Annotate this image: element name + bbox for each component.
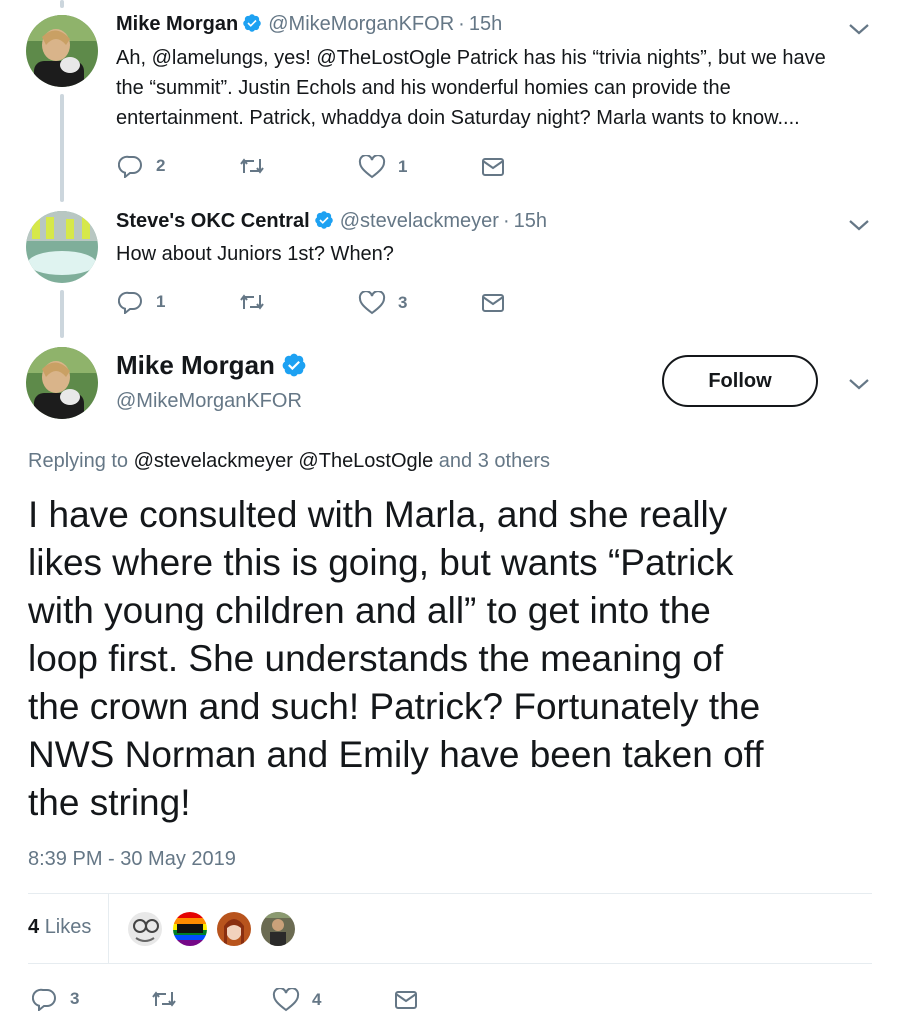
liker-avatar[interactable] [128,912,162,946]
tweet-header: Mike Morgan @MikeMorganKFOR · 15h [116,13,503,35]
tweet-timestamp[interactable]: 8:39 PM - 30 May 2019 [28,848,236,871]
author-name[interactable]: Steve's OKC Central [116,210,310,232]
like-button[interactable]: 3 [358,291,407,315]
divider [108,893,109,963]
liker-avatar[interactable] [173,912,207,946]
tweet-text: I have consulted with Marla, and she rea… [28,494,764,823]
tweet-header: Steve's OKC Central @stevelackmeyer · 15h [116,210,548,232]
avatar[interactable] [26,211,98,283]
dm-button[interactable] [481,156,505,178]
chevron-down-icon[interactable] [846,216,872,234]
like-button[interactable]: 1 [358,155,407,179]
author-handle[interactable]: @MikeMorganKFOR [268,13,454,35]
reply-icon [118,291,142,314]
reply-button[interactable]: 2 [118,154,165,178]
divider [28,893,872,894]
liker-avatar[interactable] [217,912,251,946]
retweet-button[interactable] [238,155,278,177]
replying-others[interactable]: and 3 others [439,450,550,472]
retweet-icon [240,294,264,310]
thread-line-top [60,0,64,8]
follow-button[interactable]: Follow [662,355,818,407]
retweet-button[interactable] [150,988,178,1010]
liker-avatar[interactable] [261,912,295,946]
reply-button[interactable]: 3 [32,987,79,1011]
tweet-text: How about Juniors 1st? When? [116,243,394,265]
author-handle[interactable]: @MikeMorganKFOR [116,390,302,413]
author-handle[interactable]: @stevelackmeyer [340,210,499,232]
avatar[interactable] [26,347,98,419]
tweet-time[interactable]: 15h [514,210,547,232]
author-name[interactable]: Mike Morgan [116,350,307,381]
divider [28,963,872,964]
avatar[interactable] [26,15,98,87]
replying-to: Replying to @stevelackmeyer @TheLostOgle… [28,450,550,472]
dm-button[interactable] [481,292,505,314]
envelope-icon [482,158,504,176]
tweet-time[interactable]: 15h [469,13,502,35]
chevron-down-icon[interactable] [846,20,872,38]
reply-icon [118,155,142,178]
thread-line-1 [60,94,64,202]
like-button[interactable]: 4 [272,988,321,1012]
heart-icon [358,291,386,315]
heart-icon [358,155,386,179]
replying-users[interactable]: @stevelackmeyer @TheLostOgle [134,450,434,472]
reply-button[interactable]: 1 [118,290,165,314]
retweet-icon [152,991,176,1007]
dm-button[interactable] [394,989,418,1011]
heart-icon [272,988,300,1012]
verified-icon [314,211,333,229]
retweet-icon [240,158,264,174]
author-name[interactable]: Mike Morgan [116,13,238,35]
verified-icon [282,353,306,377]
envelope-icon [482,294,504,312]
retweet-button[interactable] [238,291,278,313]
reply-icon [32,988,56,1011]
likes-count[interactable]: 4 Likes [28,916,91,939]
tweet-text: Ah, @lamelungs, yes! @TheLostOgle Patric… [116,47,826,129]
thread-line-2 [60,290,64,338]
envelope-icon [395,991,417,1009]
verified-icon [243,14,262,32]
chevron-down-icon[interactable] [846,375,872,393]
